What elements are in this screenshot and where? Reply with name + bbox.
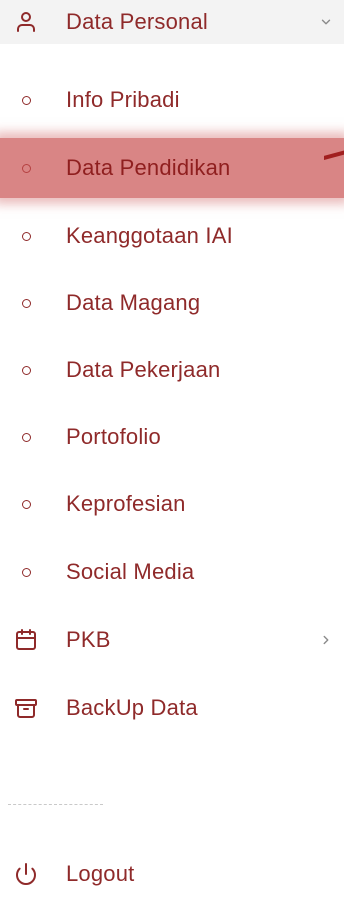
submenu-item-label: Data Magang — [66, 290, 201, 315]
calendar-icon — [12, 626, 40, 654]
submenu-item-data-magang[interactable]: Data Magang — [0, 273, 344, 333]
circle-icon — [12, 86, 40, 114]
submenu-item-label: Social Media — [66, 559, 195, 584]
circle-icon — [12, 558, 40, 586]
submenu-item-label: Data Pekerjaan — [66, 357, 221, 382]
chevron-right-icon — [318, 632, 334, 648]
submenu-item-label: Keanggotaan IAI — [66, 223, 233, 248]
pointer-arrow-icon — [324, 150, 344, 160]
menu-pkb[interactable]: PKB — [0, 610, 344, 670]
circle-icon — [12, 356, 40, 384]
menu-data-personal-label: Data Personal — [66, 9, 209, 34]
menu-pkb-label: PKB — [66, 627, 111, 652]
menu-backup-data-label: BackUp Data — [66, 695, 198, 720]
menu-backup-data[interactable]: BackUp Data — [0, 678, 344, 738]
user-icon — [12, 8, 40, 36]
submenu-item-data-pendidikan[interactable]: Data Pendidikan — [0, 138, 344, 198]
circle-icon — [12, 423, 40, 451]
submenu-item-data-pekerjaan[interactable]: Data Pekerjaan — [0, 340, 344, 400]
circle-icon — [12, 222, 40, 250]
archive-icon — [12, 694, 40, 722]
power-icon — [12, 860, 40, 888]
submenu-item-label: Data Pendidikan — [66, 155, 231, 180]
circle-icon — [12, 154, 40, 182]
circle-icon — [12, 490, 40, 518]
submenu-item-label: Info Pribadi — [66, 87, 180, 112]
chevron-down-icon — [318, 14, 334, 30]
submenu-item-keanggotaan-iai[interactable]: Keanggotaan IAI — [0, 206, 344, 266]
submenu-item-portofolio[interactable]: Portofolio — [0, 407, 344, 467]
menu-divider — [8, 804, 103, 805]
submenu-item-social-media[interactable]: Social Media — [0, 542, 344, 602]
menu-data-personal[interactable]: Data Personal — [0, 0, 344, 52]
circle-icon — [12, 289, 40, 317]
menu-logout-label: Logout — [66, 861, 135, 886]
menu-logout[interactable]: Logout — [0, 844, 344, 904]
submenu-item-label: Portofolio — [66, 424, 161, 449]
submenu-item-keprofesian[interactable]: Keprofesian — [0, 474, 344, 534]
submenu-item-label: Keprofesian — [66, 491, 186, 516]
submenu-item-info-pribadi[interactable]: Info Pribadi — [0, 70, 344, 130]
